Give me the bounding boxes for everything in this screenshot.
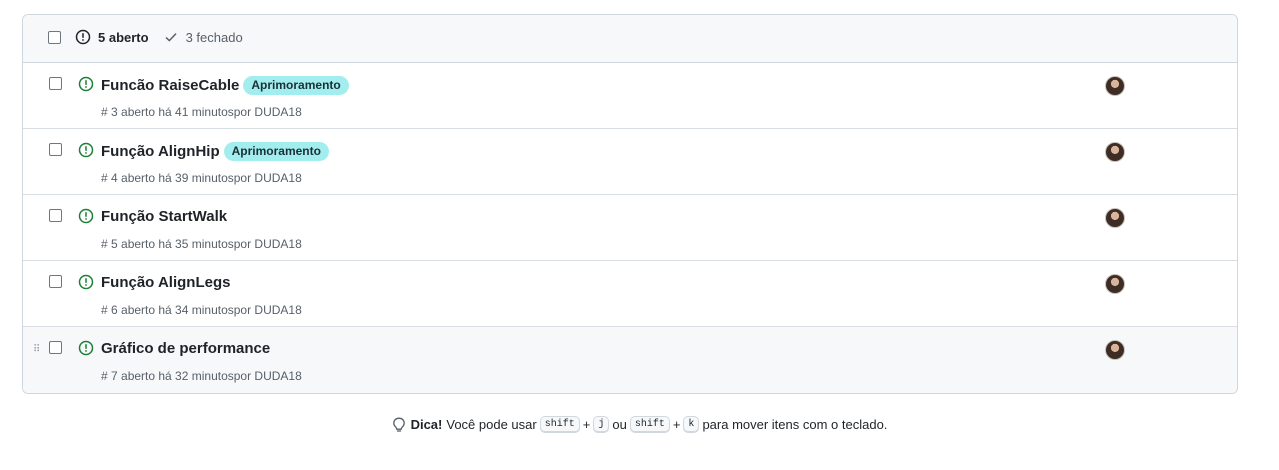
avatar[interactable]: [1105, 274, 1125, 294]
issue-label[interactable]: Aprimoramento: [243, 76, 349, 95]
issue-open-icon: [78, 208, 94, 224]
issue-title[interactable]: Função StartWalk: [101, 208, 227, 225]
issue-row[interactable]: Função AlignHip Aprimoramento # 4 aberto…: [23, 129, 1237, 195]
tip-plus: +: [672, 417, 681, 432]
issue-meta: # 7 aberto há 32 minutospor DUDA18: [101, 369, 302, 383]
issue-open-icon: [75, 29, 91, 45]
issue-title[interactable]: Função AlignLegs: [101, 274, 230, 291]
issue-checkbox[interactable]: [49, 275, 62, 288]
avatar[interactable]: [1105, 208, 1125, 228]
tip-plus: +: [582, 417, 591, 432]
issue-label[interactable]: Aprimoramento: [223, 142, 329, 161]
issue-open-icon: [78, 76, 94, 92]
keyboard-tip: Dica! Você pode usar shift + j ou shift …: [0, 416, 1279, 433]
avatar[interactable]: [1105, 76, 1125, 96]
issue-row[interactable]: Função StartWalk # 5 aberto há 35 minuto…: [23, 195, 1237, 261]
issue-meta: # 5 aberto há 35 minutospor DUDA18: [101, 237, 302, 251]
issue-open-icon: [78, 142, 94, 158]
issue-open-icon: [78, 340, 94, 356]
issue-list-header: 5 aberto 3 fechado: [23, 15, 1237, 63]
kbd-j: j: [593, 416, 610, 433]
kbd-shift: shift: [539, 416, 580, 433]
issue-checkbox[interactable]: [49, 77, 62, 90]
issue-row[interactable]: Função AlignLegs # 6 aberto há 34 minuto…: [23, 261, 1237, 327]
issue-title[interactable]: Função AlignHip: [101, 143, 220, 160]
check-icon: [165, 33, 177, 42]
issue-title[interactable]: Funcão RaiseCable: [101, 77, 239, 94]
select-all-checkbox[interactable]: [48, 31, 61, 44]
issue-title[interactable]: Gráfico de performance: [101, 340, 270, 357]
drag-handle-icon[interactable]: ⠿: [33, 344, 40, 355]
closed-issues-tab[interactable]: 3 fechado: [163, 29, 243, 45]
tip-or: ou: [612, 417, 627, 432]
issue-row[interactable]: Funcão RaiseCable Aprimoramento # 3 aber…: [23, 63, 1237, 129]
issue-meta: # 3 aberto há 41 minutospor DUDA18: [101, 105, 302, 119]
lightbulb-icon: [392, 417, 405, 432]
issue-checkbox[interactable]: [49, 209, 62, 222]
state-filter: 5 aberto 3 fechado: [75, 29, 243, 45]
avatar[interactable]: [1105, 142, 1125, 162]
open-count-label: 5 aberto: [98, 29, 149, 45]
open-issues-tab[interactable]: 5 aberto: [75, 29, 149, 45]
issue-row[interactable]: ⠿ Gráfico de performance # 7 aberto há 3…: [23, 327, 1237, 393]
issue-checkbox[interactable]: [49, 143, 62, 156]
tip-bold: Dica!: [410, 417, 443, 432]
issue-checkbox[interactable]: [49, 341, 62, 354]
issue-open-icon: [78, 274, 94, 290]
avatar[interactable]: [1105, 340, 1125, 360]
issue-list: 5 aberto 3 fechado Funcão RaiseCable Apr…: [22, 14, 1238, 394]
issue-meta: # 4 aberto há 39 minutospor DUDA18: [101, 171, 302, 185]
kbd-shift: shift: [629, 416, 670, 433]
kbd-k: k: [683, 416, 700, 433]
closed-count-label: 3 fechado: [185, 29, 243, 45]
tip-text-1: Você pode usar: [446, 417, 537, 432]
issue-meta: # 6 aberto há 34 minutospor DUDA18: [101, 303, 302, 317]
tip-text-2: para mover itens com o teclado.: [702, 417, 888, 432]
